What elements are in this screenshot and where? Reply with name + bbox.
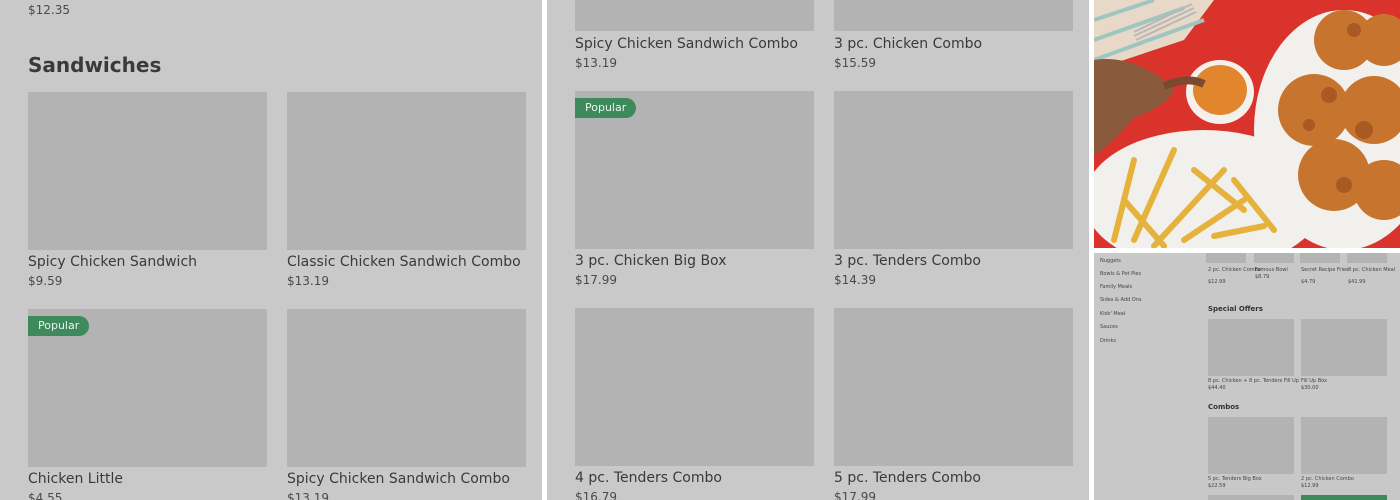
sidebar-item-family-meals[interactable]: Family Meals	[1100, 284, 1132, 290]
sidebar-item-drinks[interactable]: Drinks	[1100, 338, 1116, 344]
item-price: $30.00	[1301, 385, 1319, 391]
item-image-placeholder[interactable]	[287, 92, 526, 250]
popular-badge: Popular	[575, 98, 637, 118]
sidebar-item-bowls[interactable]: Bowls & Pot Pies	[1100, 271, 1141, 277]
item-price: $41.99	[1348, 279, 1366, 285]
item-title: Spicy Chicken Sandwich	[28, 254, 198, 270]
section-title-combos: Combos	[1208, 403, 1240, 411]
item-price: $17.99	[575, 273, 617, 287]
item-price: $9.59	[28, 274, 63, 288]
item-image-placeholder[interactable]	[1301, 417, 1387, 474]
item-image-placeholder[interactable]	[1208, 319, 1294, 376]
item-title: 2 pc. Chicken Combo	[1301, 476, 1354, 482]
item-price: $15.59	[834, 56, 876, 70]
item-price: $14.39	[834, 273, 876, 287]
item-price: $13.19	[287, 491, 329, 500]
item-title: Spicy Chicken Sandwich Combo	[575, 36, 798, 52]
hero-food-photo	[1094, 0, 1400, 248]
item-title: Classic Chicken Sandwich Combo	[287, 254, 521, 270]
item-title: 5 pc. Tenders Combo	[834, 470, 981, 486]
item-title: Secret Recipe Fries	[1301, 267, 1349, 273]
menu-panel-combos: Spicy Chicken Sandwich Combo $13.19 3 pc…	[547, 0, 1089, 500]
item-price: $4.55	[28, 491, 63, 500]
item-title: 4 pc. Tenders Combo	[575, 470, 722, 486]
popular-badge	[1301, 495, 1387, 500]
item-title: Fill Up Box	[1301, 378, 1327, 384]
item-image-placeholder[interactable]	[1300, 253, 1340, 263]
item-price: $4.79	[1301, 279, 1316, 285]
sidebar-item-sides[interactable]: Sides & Add Ons	[1100, 297, 1141, 303]
item-title: 3 pc. Chicken Big Box	[575, 253, 727, 269]
section-title-sandwiches: Sandwiches	[28, 53, 162, 77]
item-title: Chicken Little	[28, 471, 123, 487]
item-title: 5 pc. Tenders Big Box	[1208, 476, 1262, 482]
menu-panel-sandwiches: $12.35 Sandwiches Spicy Chicken Sandwich…	[0, 0, 542, 500]
item-image-placeholder[interactable]	[1208, 417, 1294, 474]
sidebar-item-nuggets[interactable]: Nuggets	[1100, 258, 1121, 264]
item-image-placeholder[interactable]	[1206, 253, 1246, 263]
item-price: $8.79	[1255, 274, 1270, 280]
item-title: Famous Bowl	[1255, 267, 1288, 273]
item-price: $12.99	[1301, 483, 1319, 489]
menu-panel-overview: 2 pc. Chicken Combo $12.99 Famous Bowl $…	[1094, 0, 1400, 500]
item-title: 2 pc. Chicken Combo	[1208, 267, 1261, 273]
item-image-placeholder[interactable]	[1347, 253, 1387, 263]
item-image-placeholder[interactable]	[1254, 253, 1294, 263]
item-image-placeholder[interactable]	[28, 92, 267, 250]
item-image-placeholder[interactable]	[1301, 319, 1387, 376]
section-title-special-offers: Special Offers	[1208, 305, 1263, 313]
item-price: $22.59	[1208, 483, 1226, 489]
item-title: 3 pc. Tenders Combo	[834, 253, 981, 269]
sidebar-item-kids-meal[interactable]: Kids' Meal	[1100, 311, 1125, 317]
item-title: 3 pc. Chicken Combo	[834, 36, 983, 52]
item-image-placeholder[interactable]	[287, 309, 526, 467]
item-title: 8 pc. Chicken + 8 pc. Tenders Fill Up	[1208, 378, 1299, 384]
item-image-placeholder[interactable]	[834, 308, 1073, 466]
item-price: $13.19	[287, 274, 329, 288]
item-price: $17.99	[834, 490, 876, 500]
item-image-placeholder[interactable]	[834, 91, 1073, 249]
item-image-placeholder[interactable]	[1208, 495, 1294, 500]
item-price: $16.79	[575, 490, 617, 500]
fried-chicken-image	[1094, 0, 1400, 248]
item-image-placeholder[interactable]	[575, 308, 814, 466]
sidebar-item-sauces[interactable]: Sauces	[1100, 324, 1118, 330]
item-title: Spicy Chicken Sandwich Combo	[287, 471, 510, 487]
item-price: $12.35	[28, 3, 70, 17]
item-title: 8 pc. Chicken Meal	[1348, 267, 1396, 273]
item-price: $44.40	[1208, 385, 1226, 391]
item-price: $12.99	[1208, 279, 1226, 285]
item-image-placeholder[interactable]	[834, 0, 1073, 31]
popular-badge: Popular	[28, 316, 90, 336]
item-price: $13.19	[575, 56, 617, 70]
menu-overview: 2 pc. Chicken Combo $12.99 Famous Bowl $…	[1094, 253, 1400, 500]
item-image-placeholder[interactable]	[575, 0, 814, 31]
